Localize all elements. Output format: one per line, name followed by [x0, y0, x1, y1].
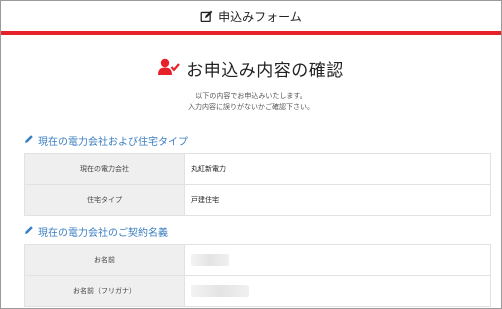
row-value-name-kana [184, 275, 491, 307]
section-heading-current-company: 現在の電力会社および住宅タイプ [24, 133, 501, 148]
row-value-current-company: 丸紅新電力 [184, 153, 491, 185]
section-heading-label: 現在の電力会社および住宅タイプ [38, 137, 188, 148]
intro-line-1: 以下の内容でお申込みいたします。 [195, 92, 307, 100]
header-title: 申込みフォーム [218, 9, 302, 24]
pencil-icon [24, 134, 34, 147]
table-row: お名前（フリガナ） [24, 275, 491, 307]
row-label-name: お名前 [24, 244, 185, 276]
brand-red-bar [1, 31, 501, 35]
row-label-current-company: 現在の電力会社 [24, 153, 185, 185]
intro-text: 以下の内容でお申込みいたします。 入力内容に誤りがないかご確認下さい。 [1, 91, 501, 113]
edit-icon [200, 10, 213, 23]
table-row: 現在の電力会社 丸紅新電力 [24, 153, 491, 185]
contract-holder-table: お名前 お名前（フリガナ） [24, 244, 491, 307]
table-row: お名前 [24, 244, 491, 276]
page-title: お申込み内容の確認 [186, 61, 344, 81]
row-value-name [184, 244, 491, 276]
redacted-value [191, 254, 229, 266]
row-label-housing-type: 住宅タイプ [24, 184, 185, 216]
table-row: 住宅タイプ 戸建住宅 [24, 184, 491, 216]
current-company-table: 現在の電力会社 丸紅新電力 住宅タイプ 戸建住宅 [24, 153, 491, 216]
pencil-icon [24, 225, 34, 238]
row-value-housing-type: 戸建住宅 [184, 184, 491, 216]
section-heading-contract-holder: 現在の電力会社のご契約名義 [24, 224, 501, 239]
section-heading-label: 現在の電力会社のご契約名義 [38, 228, 168, 239]
user-check-icon [158, 58, 181, 80]
redacted-value [191, 285, 249, 297]
row-label-name-kana: お名前（フリガナ） [24, 275, 185, 307]
page-heading: お申込み内容の確認 [1, 56, 501, 81]
header-title-group: 申込みフォーム [200, 8, 302, 25]
intro-line-2: 入力内容に誤りがないかご確認下さい。 [188, 103, 314, 111]
form-header: 申込みフォーム [1, 1, 501, 31]
app-frame: 申込みフォーム お申込み内容の確認 以下の内容でお申込みいたします。 入力内容に… [0, 0, 502, 309]
